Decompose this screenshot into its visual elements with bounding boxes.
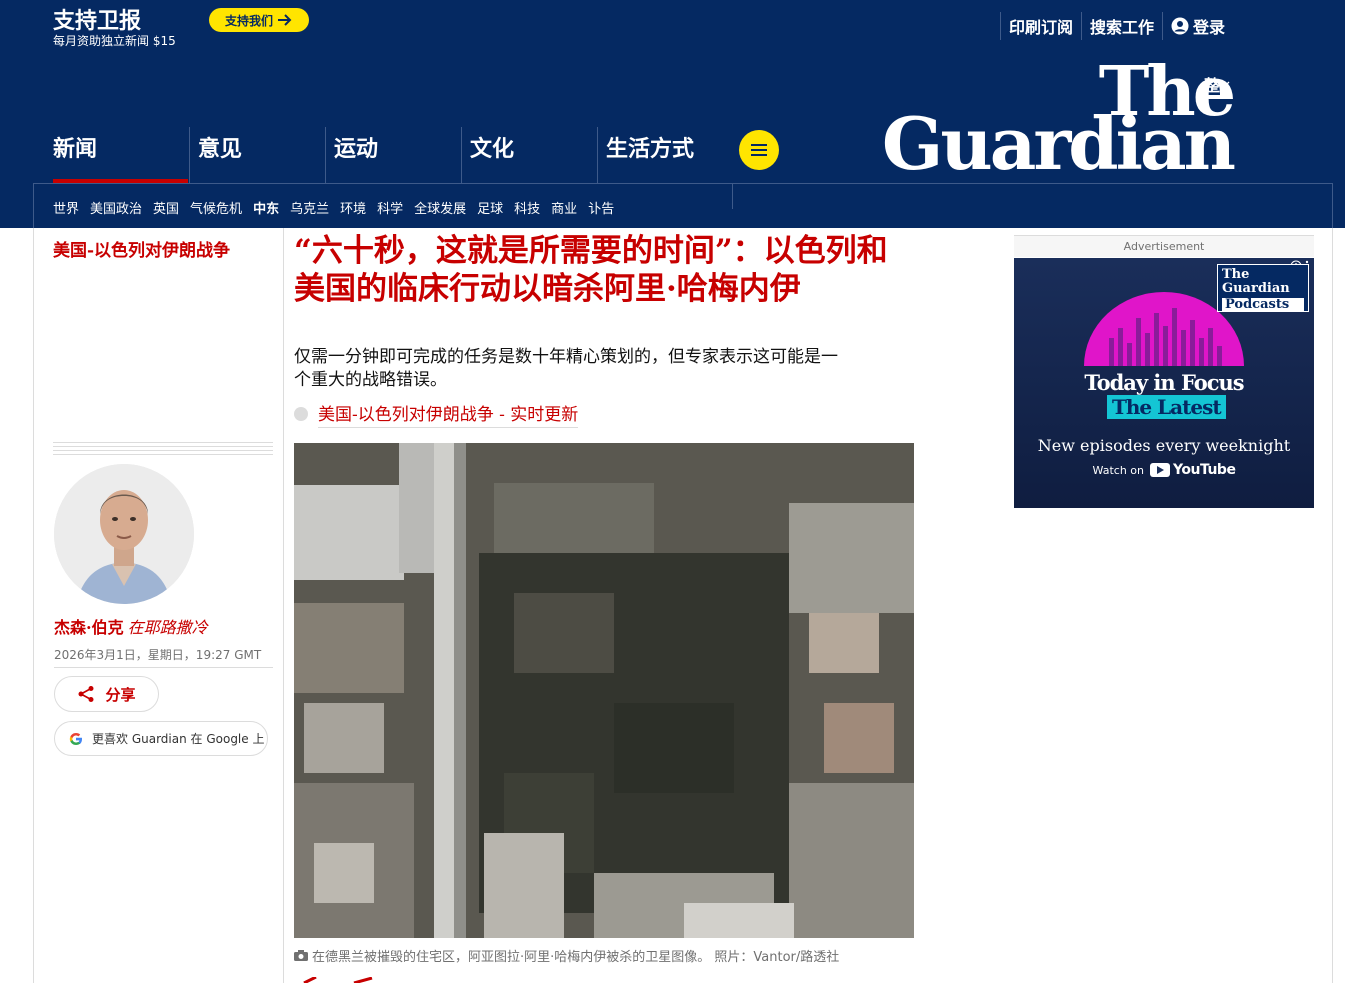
- subnav-world[interactable]: 世界: [53, 198, 79, 217]
- advertisement[interactable]: The Guardian Podcasts Today in Focus The…: [1014, 258, 1314, 508]
- pillar-nav: 新闻 意见 运动 文化 生活方式: [53, 127, 733, 183]
- author-portrait: [54, 464, 194, 604]
- menu-icon: [751, 149, 767, 151]
- live-updates-link[interactable]: 美国-以色列对伊朗战争 - 实时更新: [294, 400, 579, 428]
- youtube-logo: YouTube: [1150, 462, 1236, 478]
- search-jobs-label: 搜索工作: [1089, 18, 1154, 37]
- print-subscription-label: 印刷订阅: [1008, 18, 1073, 37]
- support-title: 支持卫报: [53, 8, 142, 34]
- arrow-right-icon: [278, 14, 292, 26]
- sign-in-label: 登录: [1192, 18, 1225, 37]
- pillar-news[interactable]: 新闻: [53, 127, 189, 183]
- advertisement-label: Advertisement: [1014, 235, 1314, 257]
- subnav-business[interactable]: 商业: [551, 198, 577, 217]
- share-icon: [78, 686, 94, 702]
- subnav-uk[interactable]: 英国: [153, 198, 179, 217]
- author-avatar: [54, 464, 194, 604]
- subnav-climate-crisis[interactable]: 气候危机: [190, 198, 242, 217]
- print-subscription-link[interactable]: 印刷订阅: [999, 12, 1081, 40]
- support-us-label: 支持我们: [224, 13, 273, 28]
- youtube-play-icon: [1150, 463, 1170, 477]
- main-header: 整 The Guardian 新闻 意见 运动 文化 生活方式 世界 美国政治 …: [0, 57, 1345, 228]
- share-button[interactable]: 分享: [54, 676, 159, 712]
- pillar-lifestyle[interactable]: 生活方式: [597, 127, 733, 183]
- pillar-sport[interactable]: 运动: [325, 127, 461, 183]
- subnav-us-politics[interactable]: 美国政治: [90, 198, 142, 217]
- author-name[interactable]: 杰森·伯克: [54, 618, 124, 637]
- meta-rule-lines: [53, 442, 273, 455]
- ad-subtitle: New episodes every weeknight: [1037, 436, 1291, 455]
- publish-date: 2026年3月1日，星期日，19:27 GMT: [54, 648, 262, 662]
- column-divider: [283, 228, 284, 983]
- article-headline: “六十秒，这就是所需要的时间”：以色列和美国的临床行动以暗杀阿里·哈梅内伊: [294, 233, 888, 307]
- subnav-ukraine[interactable]: 乌克兰: [290, 198, 329, 217]
- ad-brand-guardian: Guardian: [1222, 281, 1290, 296]
- guardian-logo[interactable]: The Guardian: [881, 58, 1236, 186]
- sign-in-link[interactable]: 登录: [1161, 12, 1233, 40]
- pillar-culture[interactable]: 文化: [461, 127, 597, 183]
- image-caption: 在德黑兰被摧毁的住宅区，阿亚图拉·阿里·哈梅内伊被杀的卫星图像。 照片：Vant…: [294, 946, 839, 965]
- subnav-science[interactable]: 科学: [377, 198, 403, 217]
- main-satellite-image[interactable]: [294, 443, 914, 938]
- logo-line-guardian: Guardian: [881, 101, 1236, 186]
- page-border-right: [1332, 228, 1333, 983]
- article-standfirst: 仅需一分钟即可完成的任务是数十年精心策划的，但专家表示这可能是一个重大的战略错误…: [294, 347, 838, 390]
- live-dot-icon: [294, 407, 308, 421]
- satellite-image-illustration: [294, 443, 914, 938]
- series-label[interactable]: 美国-以色列对伊朗战争: [53, 236, 230, 261]
- sub-navigation: 世界 美国政治 英国 气候危机 中东 乌克兰 环境 科学 全球发展 足球 科技 …: [53, 198, 614, 217]
- top-links: 印刷订阅 搜索工作 登录: [999, 12, 1233, 40]
- google-preferred-source-button[interactable]: 更喜欢 Guardian 在 Google 上: [54, 721, 268, 756]
- support-bar: 支持卫报 每月资助独立新闻 $15 支持我们 印刷订阅 搜索工作 登录: [0, 0, 1345, 57]
- google-icon: [69, 732, 82, 745]
- camera-icon: [294, 950, 308, 961]
- youtube-wordmark: YouTube: [1173, 462, 1236, 478]
- subnav-obituaries[interactable]: 讣告: [588, 198, 614, 217]
- subnav-football[interactable]: 足球: [477, 198, 503, 217]
- subnav-tech[interactable]: 科技: [514, 198, 540, 217]
- google-preferred-label: 更喜欢 Guardian 在 Google 上: [92, 732, 265, 746]
- support-subtitle: 每月资助独立新闻 $15: [53, 34, 176, 48]
- author-location: 在耶路撒冷: [127, 618, 208, 637]
- page-border-left: [33, 228, 34, 983]
- live-updates-label: 美国-以色列对伊朗战争 - 实时更新: [318, 400, 579, 428]
- byline: 杰森·伯克 在耶路撒冷: [54, 614, 208, 638]
- caption-text: 在德黑兰被摧毁的住宅区，阿亚图拉·阿里·哈梅内伊被杀的卫星图像。 照片：Vant…: [312, 950, 840, 965]
- subnav-environment[interactable]: 环境: [340, 198, 366, 217]
- next-heading-fragment: [303, 977, 373, 983]
- ad-watch-on-youtube: Watch on YouTube: [1014, 462, 1314, 478]
- subnav-middle-east[interactable]: 中东: [253, 198, 279, 217]
- user-icon: [1171, 17, 1189, 35]
- subnav-global-development[interactable]: 全球发展: [414, 198, 466, 217]
- ad-brand-the: The: [1222, 267, 1250, 282]
- ad-brand-podcasts: Podcasts: [1222, 298, 1304, 312]
- menu-button[interactable]: [739, 130, 779, 170]
- ad-watch-on-label: Watch on: [1092, 463, 1144, 477]
- ad-title: Today in Focus: [1084, 370, 1244, 395]
- support-us-button[interactable]: 支持我们: [209, 8, 309, 32]
- meta-divider: [54, 667, 273, 668]
- pillar-opinion[interactable]: 意见: [189, 127, 325, 183]
- ad-guardian-podcasts-badge: The Guardian Podcasts: [1217, 264, 1309, 312]
- ad-the-latest: The Latest: [1107, 395, 1226, 419]
- share-label: 分享: [105, 685, 136, 704]
- search-jobs-link[interactable]: 搜索工作: [1080, 12, 1162, 40]
